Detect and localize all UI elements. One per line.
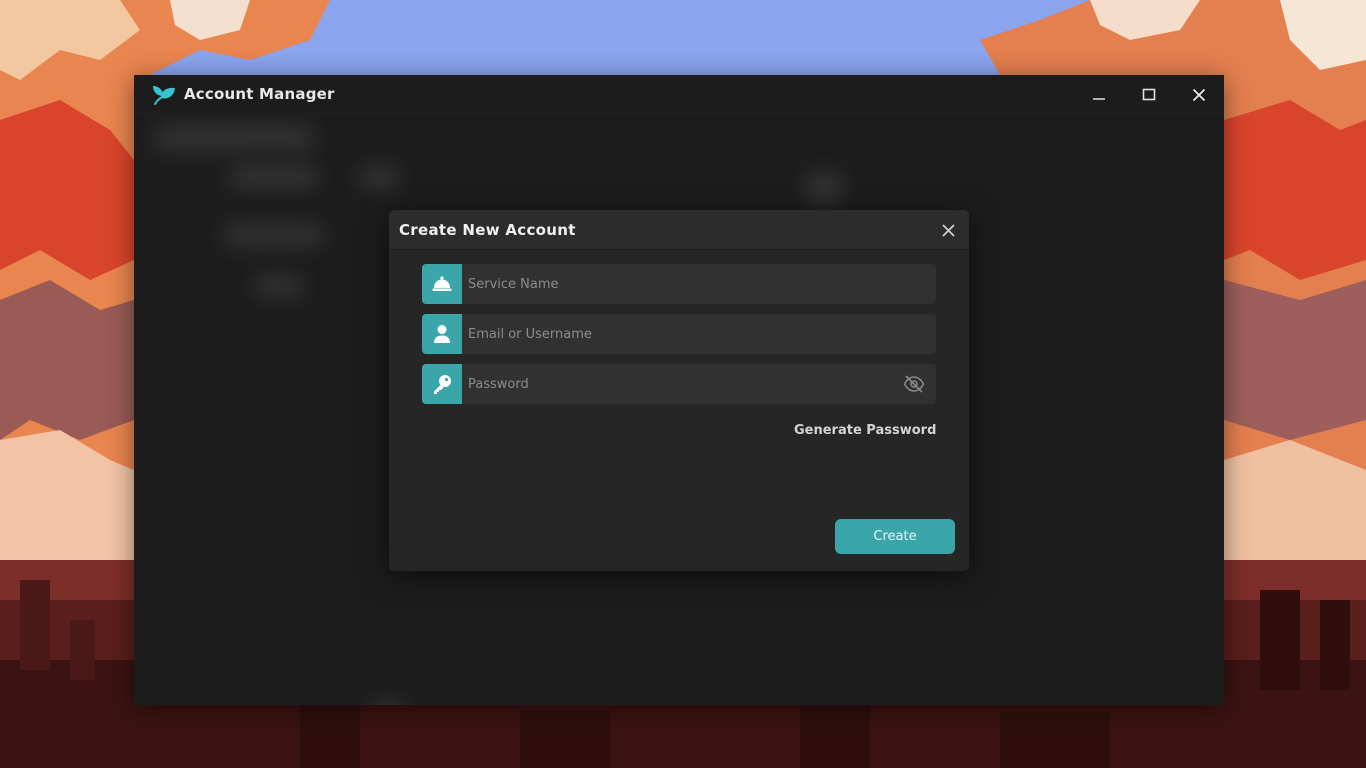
create-button[interactable]: Create [835, 519, 955, 554]
password-field [422, 364, 936, 404]
service-name-field [422, 264, 936, 304]
app-title: Account Manager [184, 85, 335, 103]
user-icon-box [422, 314, 462, 354]
dialog-close-button[interactable] [937, 219, 959, 241]
blurred-block [224, 223, 324, 247]
blurred-block [229, 165, 319, 189]
blurred-block [804, 170, 844, 206]
password-visibility-toggle[interactable] [902, 372, 926, 396]
dialog-header: Create New Account [389, 210, 969, 250]
minimize-button[interactable] [1074, 75, 1124, 114]
minimize-icon [1093, 97, 1105, 100]
leaf-logo-icon [153, 86, 175, 105]
title-bar[interactable]: Account Manager [134, 75, 1224, 114]
blurred-block [154, 125, 314, 151]
key-icon-box [422, 364, 462, 404]
close-icon [941, 223, 955, 237]
blurred-block [254, 275, 304, 297]
service-name-input[interactable] [462, 264, 936, 304]
service-bell-icon [432, 276, 452, 291]
user-icon [434, 325, 450, 343]
service-icon-box [422, 264, 462, 304]
email-input[interactable] [462, 314, 936, 354]
maximize-icon [1142, 88, 1156, 100]
password-input[interactable] [462, 364, 892, 404]
close-window-button[interactable] [1174, 75, 1224, 114]
blurred-block [359, 165, 399, 189]
create-account-dialog: Create New Account Service Name Email or… [389, 210, 969, 571]
generate-password-link[interactable]: Generate Password [794, 423, 936, 438]
close-icon [1192, 88, 1206, 101]
eye-slash-icon [903, 375, 925, 393]
dialog-title: Create New Account [399, 221, 576, 239]
blurred-block [369, 700, 407, 705]
maximize-button[interactable] [1124, 75, 1174, 114]
key-icon [434, 375, 451, 394]
email-field [422, 314, 936, 354]
